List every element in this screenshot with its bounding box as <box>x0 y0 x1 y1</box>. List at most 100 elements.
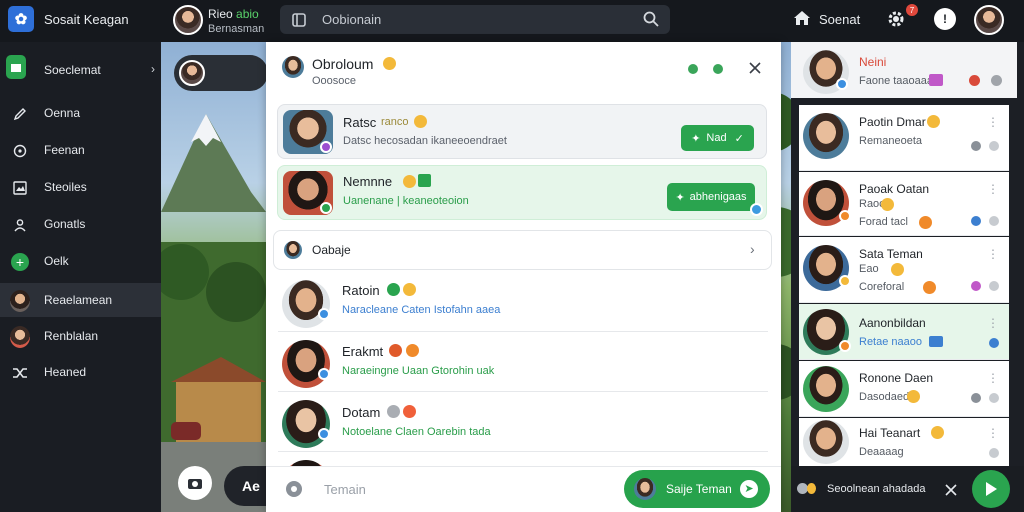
right-list-item[interactable]: Paoak Oatan Raoc Forad tacl ⋮ <box>799 172 1009 236</box>
send-button[interactable] <box>972 470 1010 508</box>
emoji-icon <box>891 263 904 276</box>
app-logo-icon[interactable]: ✿ <box>8 6 34 32</box>
plus-icon: + <box>10 252 30 272</box>
right-list-item[interactable]: Hai Teanart Deaaaag ⋮ <box>799 418 1009 466</box>
gear-icon[interactable] <box>886 9 906 29</box>
avatar <box>282 280 330 328</box>
home-icon[interactable] <box>793 10 811 26</box>
status-badge <box>839 340 851 352</box>
notification-badge: 7 <box>906 4 918 16</box>
sidebar-item-feenan[interactable]: Feenan <box>0 133 161 167</box>
section-title: Oabaje <box>312 243 351 257</box>
profile-avatar[interactable] <box>974 5 1004 35</box>
item-status: Dasodaed <box>859 391 910 403</box>
top-user-info[interactable]: Rieo abio Bernasman <box>208 7 264 35</box>
list-item[interactable]: Ratoin Naracleane Caten Istofahn aaea <box>266 276 781 336</box>
right-panel-header[interactable]: Neini Faone taaoaaa <box>791 42 1017 98</box>
sidebar-item-oenna[interactable]: Oenna <box>0 96 161 130</box>
mute-icon[interactable] <box>971 393 981 403</box>
camera-button[interactable] <box>178 466 212 500</box>
more-icon[interactable]: ⋮ <box>987 316 999 330</box>
item-name: Aanonbildan <box>859 316 926 330</box>
sidebar-item-reaelamean[interactable]: Reaelamean <box>0 283 161 317</box>
status-badge <box>839 210 851 222</box>
more-icon[interactable]: ⋮ <box>987 247 999 261</box>
flag-icon[interactable] <box>989 141 999 151</box>
mute-icon[interactable] <box>971 216 981 226</box>
list-item[interactable] <box>266 456 781 466</box>
emoji-icon <box>403 175 416 188</box>
list-item[interactable]: Dotam Notoelane Claen Oarebin tada <box>266 396 781 456</box>
flag-icon[interactable] <box>989 216 999 226</box>
avatar <box>10 326 30 348</box>
highlight-card[interactable]: Nemnne Uanenane | keaneoteoion ✦ abheniga… <box>277 165 767 220</box>
tag-icon <box>929 336 943 347</box>
right-list-item[interactable]: Ronone Daen Dasodaed ⋮ <box>799 361 1009 417</box>
more-icon[interactable] <box>991 75 1002 86</box>
list-item[interactable]: Erakmt Naraeingne Uaan Gtorohin uak <box>266 336 781 396</box>
chat-button[interactable]: Saije Teman ➤ <box>624 470 770 508</box>
item-status: Deaaaag <box>859 446 904 458</box>
right-panel: Neini Faone taaoaaa Paotin Dmar Remaneoe… <box>791 42 1024 512</box>
sidebar-item-heaned[interactable]: Heaned <box>0 355 161 389</box>
heart-icon <box>969 75 980 86</box>
card-action-button[interactable]: ✦ Nad ✓ <box>681 125 754 151</box>
emoji-icon[interactable] <box>807 483 816 494</box>
home-label[interactable]: Soenat <box>819 12 860 27</box>
emoji-icon <box>881 198 894 211</box>
flag-icon[interactable] <box>989 393 999 403</box>
chevron-right-icon[interactable]: › <box>151 62 155 76</box>
camera-icon <box>188 479 202 489</box>
main-panel: Obroloum Ooosoce Ratsc ranco Datsc hecos… <box>266 42 781 512</box>
card-action-button[interactable]: ✦ abhenigaas <box>667 183 755 211</box>
message-input[interactable]: Temain <box>324 482 366 497</box>
more-icon[interactable]: ⋮ <box>987 371 999 385</box>
close-icon[interactable] <box>945 484 957 496</box>
emoji-icon <box>931 426 944 439</box>
sidebar-item-renblalan[interactable]: Renblalan <box>0 319 161 353</box>
sidebar-item-label: Reaelamean <box>44 293 113 307</box>
flag-icon[interactable] <box>989 281 999 291</box>
status-badge <box>318 368 330 380</box>
right-list-item[interactable]: Sata Teman Eao Coreforal ⋮ <box>799 237 1009 303</box>
sidebar-item-label: Heaned <box>44 365 87 379</box>
more-icon[interactable]: ⋮ <box>987 182 999 196</box>
leaf-icon[interactable] <box>686 62 700 76</box>
mute-icon[interactable] <box>971 281 981 291</box>
pen-icon <box>10 104 30 124</box>
leaf-icon[interactable] <box>711 62 725 76</box>
footer-label: Seoolnean ahadada <box>827 483 926 495</box>
search-bar[interactable]: Oobionain <box>280 5 670 34</box>
top-bar: ✿ Sosait Keagan Rieo abio Bernasman Oobi… <box>0 0 1024 42</box>
more-icon[interactable]: ⋮ <box>987 115 999 129</box>
sidebar-item-oelk[interactable]: + Oelk <box>0 244 161 278</box>
sidebar-item-home[interactable]: Soeclemat › <box>0 53 161 87</box>
chevron-right-icon[interactable]: › <box>750 241 755 257</box>
sidebar-item-gonatls[interactable]: Gonatls <box>0 207 161 241</box>
attach-icon[interactable] <box>286 481 302 497</box>
sidebar-item-label: Soeclemat <box>44 63 101 77</box>
highlight-card[interactable]: Ratsc ranco Datsc hecosadan ikaneeoendra… <box>277 104 767 159</box>
search-input[interactable]: Oobionain <box>322 12 381 27</box>
more-icon[interactable]: ⋮ <box>987 426 999 440</box>
link-icon[interactable] <box>989 338 999 348</box>
item-name: Hai Teanart <box>859 426 921 440</box>
sidebar-item-label: Oelk <box>44 254 69 268</box>
right-list-item[interactable]: Aanonbildan Retae naaoo ⋮ <box>799 304 1009 360</box>
status-badge <box>320 202 332 214</box>
avatar <box>803 366 849 412</box>
card-status: Uanenane | keaneoteoion <box>343 195 469 207</box>
fire-icon <box>389 344 402 357</box>
info-icon[interactable]: ! <box>934 8 956 30</box>
scene-story-chip[interactable] <box>174 55 268 91</box>
search-icon[interactable] <box>643 11 659 27</box>
image-icon <box>10 178 30 198</box>
sidebar-item-steoiles[interactable]: Steoiles <box>0 170 161 204</box>
right-list-item[interactable]: Paotin Dmar Remaneoeta ⋮ <box>799 105 1009 171</box>
section-row[interactable]: Oabaje › <box>273 230 772 270</box>
flag-icon[interactable] <box>989 448 999 458</box>
sidebar-item-label: Steoiles <box>44 180 87 194</box>
close-icon[interactable] <box>749 62 761 74</box>
mute-icon[interactable] <box>971 141 981 151</box>
user-avatar[interactable] <box>173 5 203 35</box>
